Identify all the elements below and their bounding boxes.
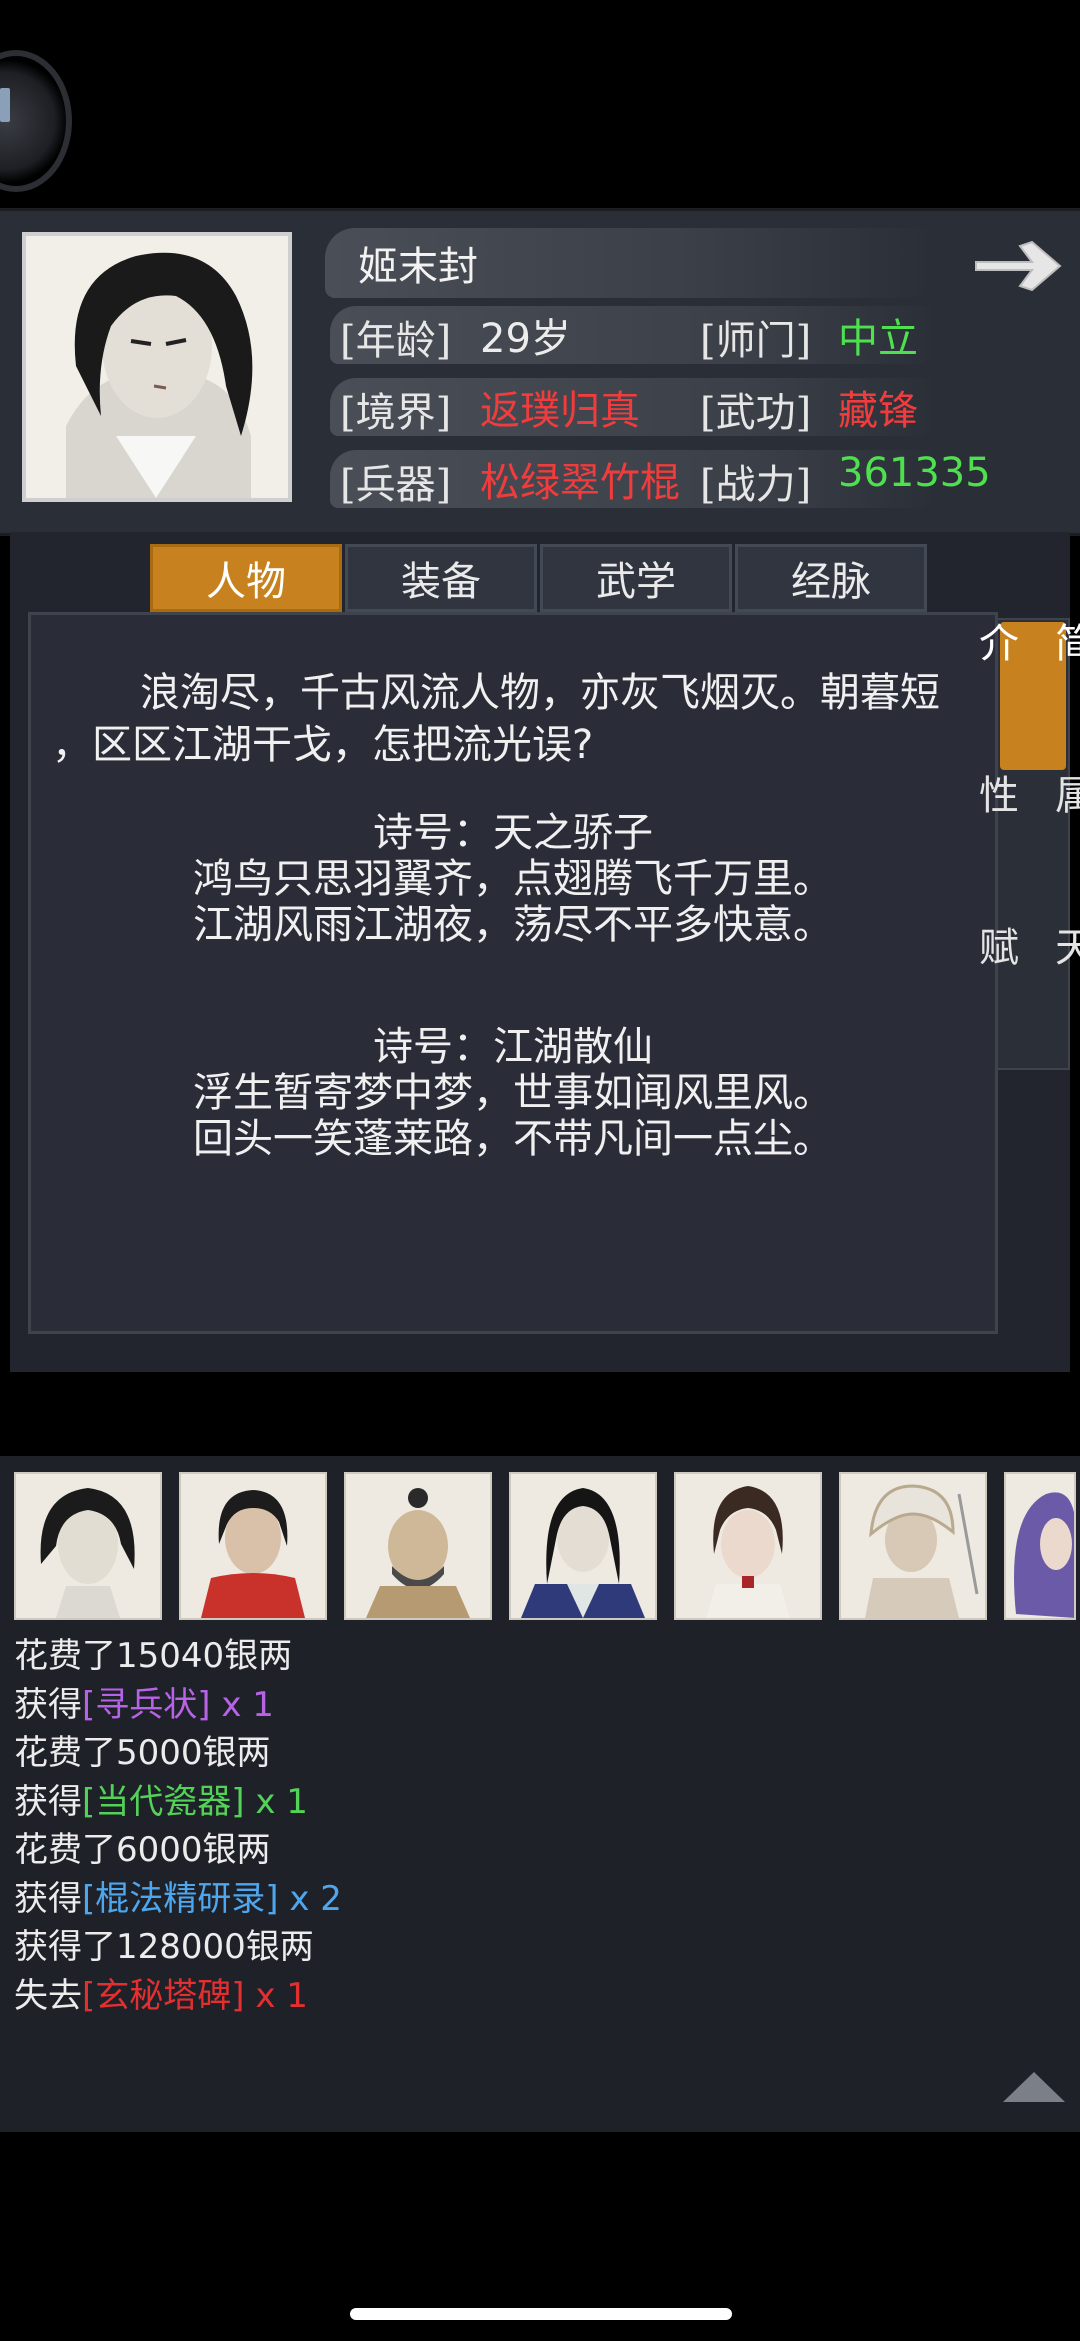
age-label: [年龄] <box>340 318 452 364</box>
next-arrow-icon[interactable] <box>972 236 1064 296</box>
log-entry-item[interactable]: [寻兵状] <box>82 1685 211 1725</box>
poem-2-line-2: 回头一笑蓬莱路，不带凡间一点尘。 <box>193 1116 833 1162</box>
log-entry: 获得[当代瓷器] x 1 <box>14 1774 308 1823</box>
side-tab-attributes[interactable]: 属性 <box>972 774 1080 922</box>
log-entry-quantity: x 1 <box>210 1684 274 1725</box>
log-entry: 获得了128000银两 <box>14 1919 314 1968</box>
party-member-avatar[interactable] <box>344 1472 492 1620</box>
sect-value: 中立 <box>838 316 918 362</box>
log-entry-quantity: x 1 <box>244 1781 308 1822</box>
log-entry-quantity: x 1 <box>244 1975 308 2016</box>
tab-meridians[interactable]: 经脉 <box>735 544 927 612</box>
log-entry-text: 失去 <box>14 1975 82 2016</box>
age-value: 29岁 <box>480 316 571 362</box>
log-entry-text: 花费了15040银两 <box>14 1636 293 1676</box>
log-entry-item[interactable]: [棍法精研录] <box>82 1879 279 1919</box>
log-entry-quantity: x 2 <box>278 1878 342 1919</box>
character-name: 姬末封 <box>358 244 478 290</box>
weapon-label: [兵器] <box>340 462 452 508</box>
log-entry-item[interactable]: [玄秘塔碑] <box>82 1976 245 2016</box>
character-portrait <box>22 232 292 502</box>
party-member-avatar[interactable] <box>1004 1472 1076 1620</box>
sect-label: [师门] <box>700 318 812 364</box>
party-member-avatar[interactable] <box>179 1472 327 1620</box>
side-tab-intro[interactable]: 简介 <box>972 622 1080 770</box>
party-member-avatar[interactable] <box>14 1472 162 1620</box>
log-entry-item[interactable]: [当代瓷器] <box>82 1782 245 1822</box>
log-entry-text: 获得 <box>14 1684 82 1725</box>
log-entry-text: 获得了128000银两 <box>14 1927 314 1967</box>
log-entry-text: 花费了6000银两 <box>14 1830 271 1870</box>
menu-ornament-button[interactable] <box>0 50 72 192</box>
log-entry: 获得[寻兵状] x 1 <box>14 1677 274 1726</box>
log-entry: 获得[棍法精研录] x 2 <box>14 1871 342 1920</box>
party-member-avatar[interactable] <box>839 1472 987 1620</box>
menu-glyph-icon <box>0 88 10 122</box>
home-indicator[interactable] <box>350 2308 732 2320</box>
bio-line-2: ，区区江湖干戈，怎把流光误? <box>52 722 594 768</box>
log-entry: 失去[玄秘塔碑] x 1 <box>14 1968 308 2017</box>
party-member-avatar[interactable] <box>509 1472 657 1620</box>
log-entry: 花费了15040银两 <box>14 1628 292 1677</box>
log-entry-text: 获得 <box>14 1781 82 1822</box>
scroll-up-icon[interactable] <box>1003 2072 1065 2102</box>
bio-line-1: 浪淘尽，千古风流人物，亦灰飞烟灭。朝暮短 <box>140 670 940 716</box>
realm-value: 返璞归真 <box>480 388 640 434</box>
side-tab-intro-label: 简介 <box>972 622 1080 698</box>
power-label: [战力] <box>700 462 812 508</box>
log-entry: 花费了6000银两 <box>14 1822 271 1871</box>
power-value: 361335 <box>838 450 991 496</box>
tab-equipment[interactable]: 装备 <box>345 544 537 612</box>
weapon-value: 松绿翠竹棍 <box>480 460 680 506</box>
martial-label: [武功] <box>700 390 812 436</box>
log-entry-text: 获得 <box>14 1878 82 1919</box>
side-tab-talents[interactable]: 天赋 <box>972 926 1080 1074</box>
realm-label: [境界] <box>340 390 452 436</box>
tab-martial-arts[interactable]: 武学 <box>540 544 732 612</box>
poem-1-line-2: 江湖风雨江湖夜，荡尽不平多快意。 <box>193 902 833 948</box>
party-member-avatar[interactable] <box>674 1472 822 1620</box>
martial-value: 藏锋 <box>838 388 918 434</box>
log-entry-text: 花费了5000银两 <box>14 1733 271 1773</box>
log-entry: 花费了5000银两 <box>14 1725 271 1774</box>
tab-character[interactable]: 人物 <box>150 544 342 612</box>
